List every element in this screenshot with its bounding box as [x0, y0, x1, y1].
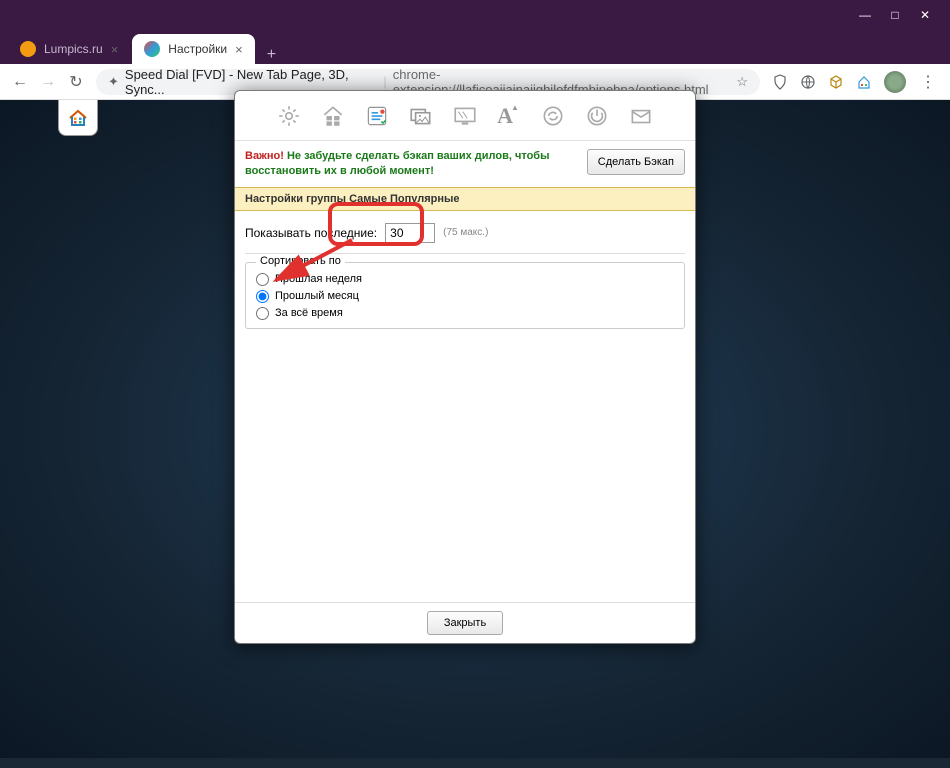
tab-label: Lumpics.ru [44, 42, 103, 56]
images-icon [408, 103, 434, 129]
clipboard-icon [364, 103, 390, 129]
toolbar-import-button[interactable] [624, 99, 658, 133]
settings-footer: Закрыть [235, 602, 695, 643]
home-icon [66, 106, 90, 130]
extension-icon-shield[interactable] [770, 72, 790, 92]
backup-notice: Важно! Не забудьте сделать бэкап ваших д… [235, 141, 695, 187]
toolbar-sync-button[interactable] [536, 99, 570, 133]
tab-settings[interactable]: Настройки × [132, 34, 254, 64]
show-last-max: (75 макс.) [443, 227, 488, 238]
browser-menu-button[interactable]: ⋮ [912, 72, 944, 92]
nav-reload-button[interactable]: ↻ [62, 68, 90, 96]
toolbar-font-button[interactable]: A▲ [492, 99, 526, 133]
home-grid-icon [320, 103, 346, 129]
tab-label: Настройки [168, 42, 227, 56]
sort-radio-week[interactable] [256, 273, 269, 286]
nav-forward-button[interactable]: → [34, 68, 62, 96]
show-last-label: Показывать последние: [245, 226, 377, 240]
settings-toolbar: A▲ [235, 91, 695, 141]
sort-option-week[interactable]: Прошлая неделя [256, 271, 674, 288]
extension-icon-home[interactable] [854, 72, 874, 92]
sort-group: Сортировать по Прошлая неделя Прошлый ме… [245, 262, 685, 329]
profile-avatar[interactable] [884, 71, 906, 93]
sort-option-month[interactable]: Прошлый месяц [256, 288, 674, 305]
close-button[interactable]: Закрыть [427, 611, 503, 635]
toolbar-power-button[interactable] [580, 99, 614, 133]
toolbar-recent-button[interactable] [404, 99, 438, 133]
nav-back-button[interactable]: ← [6, 68, 34, 96]
toolbar-background-button[interactable] [448, 99, 482, 133]
notice-message: Не забудьте сделать бэкап ваших дилов, ч… [245, 150, 549, 177]
envelope-icon [628, 103, 654, 129]
show-last-row: Показывать последние: (75 макс.) [245, 219, 685, 254]
sort-radio-month[interactable] [256, 290, 269, 303]
maximize-button[interactable]: □ [880, 0, 910, 30]
tab-lumpics[interactable]: Lumpics.ru × [8, 34, 130, 64]
sort-option-all[interactable]: За всё время [256, 305, 674, 322]
tab-close-icon[interactable]: × [111, 42, 119, 57]
show-last-input[interactable] [385, 223, 435, 243]
gear-icon [276, 103, 302, 129]
settings-window: A▲ Важно! Не забудьте сделать бэкап ваши… [234, 90, 696, 644]
extension-icon-cube[interactable] [826, 72, 846, 92]
toolbar-general-button[interactable] [272, 99, 306, 133]
backup-button[interactable]: Сделать Бэкап [587, 149, 685, 175]
toolbar-popular-button[interactable] [360, 99, 394, 133]
window-titlebar: — □ ✕ [0, 0, 950, 30]
extension-icon-globe[interactable] [798, 72, 818, 92]
bookmark-star-icon[interactable]: ☆ [736, 74, 748, 90]
site-info-icon[interactable]: ✦ [108, 74, 119, 90]
sync-icon [540, 103, 566, 129]
new-tab-button[interactable]: + [257, 46, 286, 64]
screen-icon [452, 103, 478, 129]
toolbar-dials-button[interactable] [316, 99, 350, 133]
notice-prefix: Важно! [245, 150, 284, 162]
section-header: Настройки группы Самые Популярные [235, 187, 695, 211]
tab-favicon [20, 41, 36, 57]
sort-legend: Сортировать по [256, 255, 345, 267]
page-viewport: A▲ Важно! Не забудьте сделать бэкап ваши… [0, 100, 950, 758]
sort-radio-all[interactable] [256, 307, 269, 320]
window-close-button[interactable]: ✕ [910, 0, 940, 30]
tab-favicon [144, 41, 160, 57]
power-icon [584, 103, 610, 129]
tab-close-icon[interactable]: × [235, 42, 243, 57]
home-launcher-button[interactable] [58, 100, 98, 136]
browser-tabbar: Lumpics.ru × Настройки × + [0, 30, 950, 64]
minimize-button[interactable]: — [850, 0, 880, 30]
